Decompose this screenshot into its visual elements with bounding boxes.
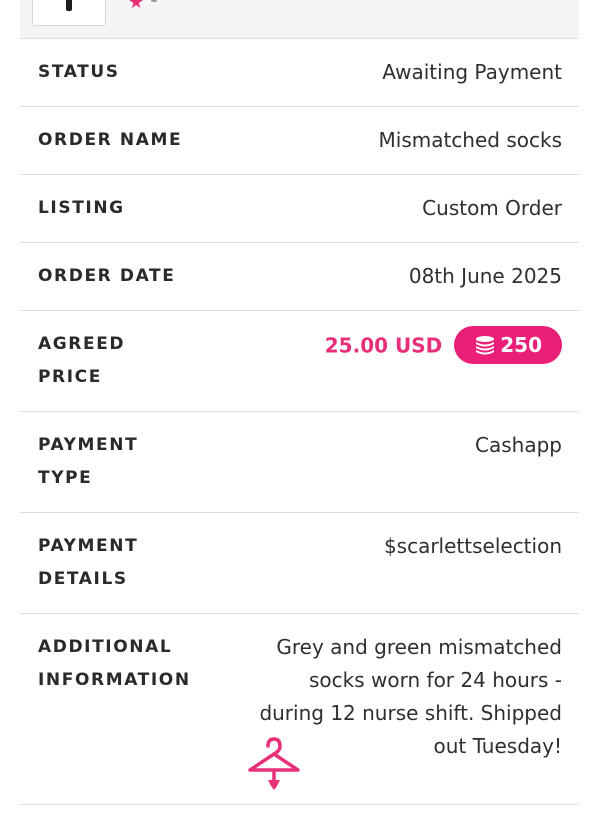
additional-info-label: ADDITIONAL INFORMATION [38, 631, 191, 697]
additional-info-label-line2: INFORMATION [38, 670, 191, 690]
additional-info-line: socks worn for 24 hours - [309, 668, 562, 692]
agreed-price-label-line1: AGREED [38, 334, 126, 354]
coins-stack-icon [476, 335, 495, 354]
order-date-value: 08th June 2025 [408, 264, 562, 288]
coins-amount: 250 [500, 333, 542, 357]
agreed-price-row: AGREED PRICE 25.00 USD 250 [20, 311, 579, 412]
payment-type-row: PAYMENT TYPE Cashapp [20, 412, 579, 513]
price-amount: 25.00 USD [324, 333, 443, 358]
listing-label: LISTING [38, 198, 125, 218]
listing-row: LISTING Custom Order [20, 175, 579, 243]
status-row: STATUS Awaiting Payment [20, 39, 579, 107]
agreed-price-label-line2: PRICE [38, 367, 102, 387]
thumbnail-figure [66, 0, 72, 11]
order-details-page: ★ STATUS Awaiting Payment ORDER NAME Mis… [0, 0, 600, 818]
payment-type-label-line2: TYPE [38, 468, 93, 488]
product-thumbnail[interactable] [32, 0, 106, 26]
payment-type-value: Cashapp [475, 433, 562, 457]
payment-details-label-line2: DETAILS [38, 569, 128, 589]
payment-details-label: PAYMENT DETAILS [38, 530, 138, 596]
payment-details-value: $scarlettselection [383, 534, 562, 558]
order-date-row: ORDER DATE 08th June 2025 [20, 243, 579, 311]
listing-value[interactable]: Custom Order [422, 192, 562, 225]
agreed-price-label: AGREED PRICE [38, 328, 125, 394]
coins-badge: 250 [454, 326, 562, 364]
agreed-price-value: 25.00 USD 250 [324, 326, 562, 366]
payment-details-label-line1: PAYMENT [38, 536, 139, 556]
payment-details-row: PAYMENT DETAILS $scarlettselection [20, 513, 579, 614]
order-name-label: ORDER NAME [38, 130, 183, 150]
star-icon: ★ [128, 0, 145, 12]
order-date-label: ORDER DATE [38, 266, 176, 286]
payment-type-label-line1: PAYMENT [38, 435, 139, 455]
order-name-value: Mismatched socks [378, 128, 563, 152]
additional-info-line: during 12 nurse shift. Shipped [259, 701, 562, 725]
hanger-icon [248, 737, 300, 790]
payment-type-label: PAYMENT TYPE [38, 429, 138, 495]
status-label: STATUS [38, 62, 120, 82]
product-header: ★ [20, 0, 579, 39]
status-value: Awaiting Payment [382, 60, 562, 84]
order-details-table: STATUS Awaiting Payment ORDER NAME Misma… [20, 39, 579, 805]
additional-info-label-line1: ADDITIONAL [38, 637, 173, 657]
rating-text-fragment [151, 0, 157, 2]
additional-info-line: Grey and green mismatched [276, 635, 562, 659]
order-name-row: ORDER NAME Mismatched socks [20, 107, 579, 175]
